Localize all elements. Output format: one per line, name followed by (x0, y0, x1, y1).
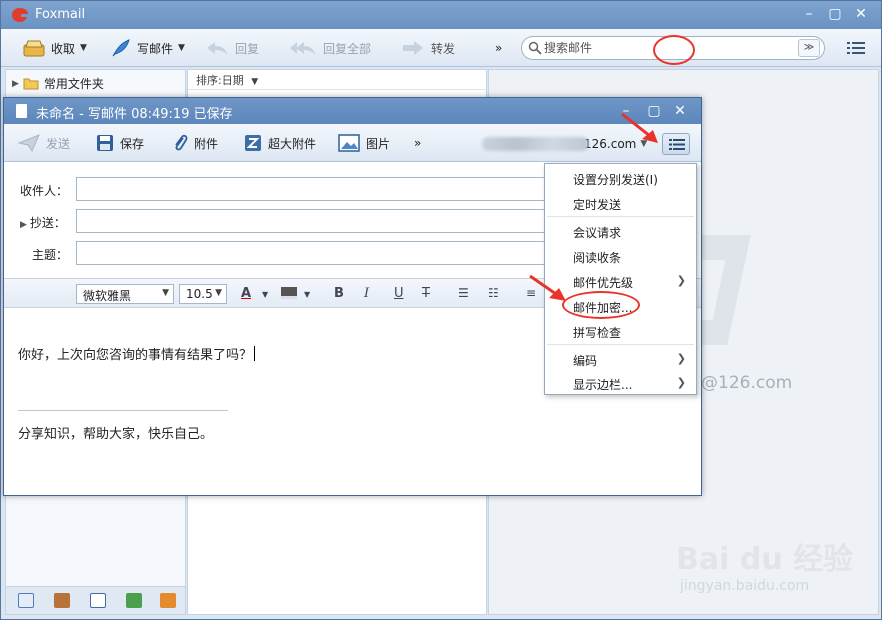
chevron-down-icon: ▼ (251, 77, 259, 87)
menu-item-separate-send[interactable]: 设置分别发送(I) (545, 165, 696, 190)
signature-text: 分享知识，帮助大家，快乐自己。 (18, 427, 214, 442)
send-plane-icon (18, 134, 40, 152)
bullet-list-icon[interactable]: ☰ (458, 286, 469, 300)
send-button[interactable]: 发送 (18, 124, 70, 162)
menu-item-show-sidebar[interactable]: 显示边栏... ❯ (545, 370, 696, 395)
toolbar-more-button[interactable]: » (495, 29, 502, 67)
submenu-arrow-icon: ❯ (676, 274, 686, 287)
compose-close-icon[interactable]: ✕ (670, 102, 690, 120)
paperclip-icon (175, 134, 188, 151)
body-text-line: 你好，上次向您咨询的事情有结果了吗？ (18, 344, 256, 363)
compose-title-bar: 未命名 - 写邮件 08:49:19 已保存 – ▢ ✕ (4, 98, 701, 124)
menu-item-spell-check[interactable]: 拼写检查 (545, 318, 696, 343)
reply-all-button[interactable]: 回复全部 (289, 29, 371, 67)
foxmail-logo-icon (12, 8, 28, 22)
font-family-select[interactable]: 微软雅黑 ▼ (76, 284, 174, 304)
blurred-sender-name (482, 137, 588, 151)
red-arrow-to-encrypt-icon (529, 274, 566, 301)
close-icon[interactable]: ✕ (851, 5, 871, 23)
submenu-arrow-icon: ❯ (676, 352, 686, 365)
big-attachment-icon (245, 135, 261, 151)
chevron-down-icon: ▼ (215, 288, 222, 298)
text-cursor (254, 346, 256, 361)
inbox-icon (23, 40, 45, 57)
menu-separator (547, 216, 694, 217)
main-title-bar: Foxmail – ▢ ✕ (1, 1, 881, 29)
mail-nav-icon[interactable] (18, 593, 34, 608)
watermark-logo: Bai du 经验 (676, 542, 854, 577)
menu-item-read-receipt[interactable]: 阅读收条 (545, 243, 696, 268)
cc-label-wrap[interactable]: ▶ 抄送： (20, 214, 66, 231)
calendar-nav-icon[interactable] (90, 593, 106, 608)
compose-toolbar: 发送 保存 附件 超大附件 图片 » 126.com ▼ (4, 124, 701, 162)
highlight-dropdown-icon[interactable]: ▼ (304, 290, 310, 299)
big-attach-button[interactable]: 超大附件 (244, 124, 316, 162)
search-icon (528, 41, 542, 55)
baidu-jingyan-watermark: Bai du 经验 jingyan.baidu.com (676, 534, 854, 594)
expand-arrow-icon: ▶ (20, 220, 27, 230)
main-toolbar: 收取▼ 写邮件▼ 回复 回复全部 转发 » ≫ (1, 29, 881, 67)
font-color-dropdown-icon[interactable]: ▼ (262, 290, 268, 299)
forward-button[interactable]: 转发 (401, 29, 455, 67)
italic-icon[interactable]: I (364, 286, 369, 301)
submenu-arrow-icon: ❯ (676, 376, 686, 389)
highlight-icon[interactable] (281, 287, 297, 299)
app-name: Foxmail (35, 7, 86, 22)
notes-nav-icon[interactable] (126, 593, 142, 608)
reply-button[interactable]: 回复 (205, 29, 259, 67)
numbered-list-icon[interactable]: ☷ (488, 286, 499, 300)
font-color-icon[interactable]: A (241, 286, 251, 301)
signature-divider (18, 410, 228, 411)
subject-field[interactable] (76, 241, 556, 265)
document-icon (16, 104, 27, 118)
strikethrough-icon[interactable]: T (422, 286, 430, 301)
folder-item-common[interactable]: ▶ 常用文件夹 (12, 75, 104, 92)
compose-more-button[interactable]: » (414, 124, 421, 162)
chevron-down-icon: ▼ (162, 288, 169, 298)
sort-header[interactable]: 排序:日期 ▼ (188, 70, 486, 90)
subject-label: 主题： (32, 248, 69, 262)
minimize-icon[interactable]: – (799, 5, 819, 23)
image-icon (338, 134, 360, 152)
menu-item-meeting-request[interactable]: 会议请求 (545, 218, 696, 243)
bottom-nav-bar (6, 586, 185, 614)
receive-button[interactable]: 收取 ▼ (23, 29, 87, 67)
bold-icon[interactable]: B (334, 286, 344, 301)
main-menu-icon[interactable] (843, 37, 869, 59)
contacts-nav-icon[interactable] (54, 593, 70, 608)
search-options-dropdown[interactable]: ≫ (798, 39, 820, 57)
cc-label: 抄送： (29, 216, 66, 230)
underline-icon[interactable]: U (394, 286, 404, 301)
menu-list-icon (669, 139, 685, 150)
menu-separator (547, 344, 694, 345)
compose-button[interactable]: 写邮件 ▼ (111, 29, 185, 67)
reply-icon (207, 42, 227, 55)
highlight-ring-encrypt (562, 291, 640, 319)
to-label: 收件人： (20, 184, 69, 198)
account-address-watermark: @126.com (701, 373, 793, 393)
reply-all-icon (290, 42, 315, 55)
red-arrow-to-menu-button-icon (621, 112, 658, 143)
compose-title: 未命名 - 写邮件 08:49:19 已保存 (36, 107, 233, 122)
menu-item-scheduled-send[interactable]: 定时发送 (545, 190, 696, 215)
to-field[interactable] (76, 177, 556, 201)
attach-button[interactable]: 附件 (172, 124, 218, 162)
rss-nav-icon[interactable] (160, 593, 176, 608)
save-button[interactable]: 保存 (96, 124, 144, 162)
cc-field[interactable] (76, 209, 556, 233)
expand-arrow-icon[interactable]: ▶ (12, 79, 19, 89)
folder-icon (23, 78, 39, 90)
compose-menu-button[interactable] (662, 133, 690, 155)
save-disk-icon (97, 135, 113, 151)
image-button[interactable]: 图片 (338, 124, 390, 162)
watermark-url: jingyan.baidu.com (680, 578, 810, 594)
menu-item-encoding[interactable]: 编码 ❯ (545, 346, 696, 371)
maximize-icon[interactable]: ▢ (825, 5, 845, 23)
feather-pen-icon (112, 39, 130, 57)
forward-icon (403, 41, 423, 55)
font-size-select[interactable]: 10.5 ▼ (179, 284, 227, 304)
highlight-ring-menu-button (653, 35, 695, 65)
